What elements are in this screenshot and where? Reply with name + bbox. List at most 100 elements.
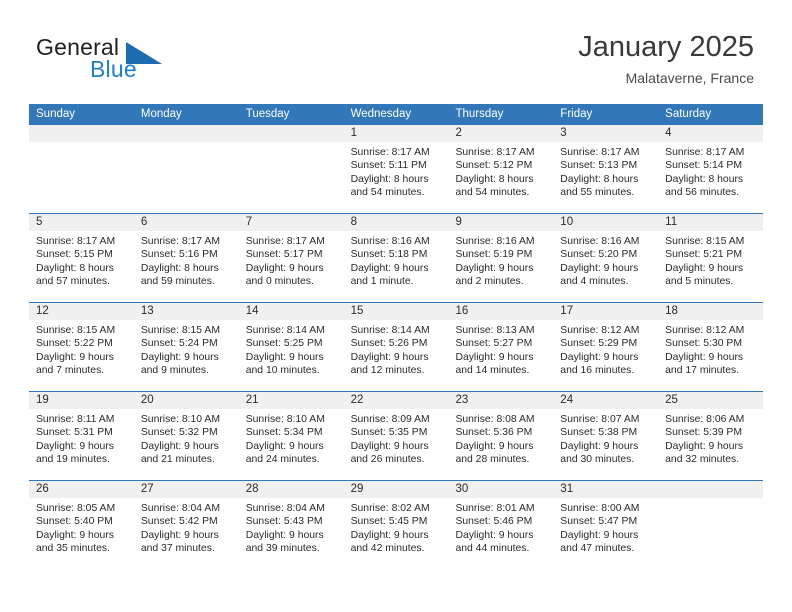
day-cell[interactable]: 14 Sunrise: 8:14 AM Sunset: 5:25 PM Dayligh…: [238, 303, 344, 391]
day-cell[interactable]: 25 Sunrise: 8:06 AM Sunset: 5:39 PM Dayligh…: [658, 392, 764, 480]
day-cell[interactable]: 18 Sunrise: 8:12 AM Sunset: 5:30 PM Dayligh…: [658, 303, 764, 391]
day-number: 22: [343, 392, 449, 409]
day-cell-empty: [238, 125, 344, 213]
day-cell[interactable]: 19 Sunrise: 8:11 AM Sunset: 5:31 PM Dayligh…: [29, 392, 134, 480]
day-cell[interactable]: 17 Sunrise: 8:12 AM Sunset: 5:29 PM Dayligh…: [553, 303, 659, 391]
day-detail-line: and 16 minutes.: [560, 365, 635, 377]
day-detail-line: and 17 minutes.: [665, 365, 740, 377]
day-detail-line: Daylight: 9 hours: [350, 529, 429, 541]
day-number: [133, 125, 239, 142]
day-number: 28: [238, 481, 344, 498]
day-detail-line: Daylight: 9 hours: [350, 351, 429, 363]
day-detail-line: Daylight: 9 hours: [560, 440, 639, 452]
day-cell[interactable]: 6 Sunrise: 8:17 AM Sunset: 5:16 PM Daylight…: [133, 214, 239, 302]
day-detail-line: and 10 minutes.: [245, 365, 320, 377]
day-cell[interactable]: 3 Sunrise: 8:17 AM Sunset: 5:13 PM Daylight…: [553, 125, 659, 213]
day-details: Sunrise: 8:02 AM Sunset: 5:45 PM Daylight:…: [344, 498, 449, 556]
day-details: [239, 142, 344, 146]
day-detail-line: and 56 minutes.: [665, 187, 740, 199]
day-detail-line: and 19 minutes.: [36, 454, 110, 466]
day-cell[interactable]: 24 Sunrise: 8:07 AM Sunset: 5:38 PM Dayligh…: [553, 392, 659, 480]
day-number: 17: [553, 303, 659, 320]
day-detail-line: and 9 minutes.: [140, 365, 210, 377]
day-detail-line: Sunset: 5:36 PM: [455, 427, 533, 439]
day-cell[interactable]: 10 Sunrise: 8:16 AM Sunset: 5:20 PM Dayligh…: [553, 214, 659, 302]
day-detail-line: Sunset: 5:40 PM: [36, 516, 113, 528]
day-detail-line: Daylight: 8 hours: [665, 173, 744, 185]
day-detail-line: Sunrise: 8:09 AM: [350, 414, 430, 425]
day-number: 15: [343, 303, 449, 320]
day-details: Sunrise: 8:06 AM Sunset: 5:39 PM Daylight:…: [658, 409, 763, 467]
day-cell[interactable]: 5 Sunrise: 8:17 AM Sunset: 5:15 PM Daylight…: [29, 214, 134, 302]
brand-logo[interactable]: General Blue: [36, 34, 236, 90]
day-detail-line: and 5 minutes.: [665, 276, 734, 288]
day-detail-line: and 47 minutes.: [560, 543, 635, 555]
day-cell[interactable]: 11 Sunrise: 8:15 AM Sunset: 5:21 PM Dayligh…: [658, 214, 764, 302]
day-cell[interactable]: 16 Sunrise: 8:13 AM Sunset: 5:27 PM Dayligh…: [448, 303, 554, 391]
day-cell[interactable]: 1 Sunrise: 8:17 AM Sunset: 5:11 PM Daylight…: [343, 125, 449, 213]
day-cell[interactable]: 12 Sunrise: 8:15 AM Sunset: 5:22 PM Dayligh…: [29, 303, 134, 391]
day-detail-line: Sunrise: 8:04 AM: [140, 503, 220, 514]
day-number: 13: [133, 303, 239, 320]
day-detail-line: and 7 minutes.: [36, 365, 105, 377]
day-detail-line: Daylight: 8 hours: [455, 173, 534, 185]
day-of-week-saturday: Saturday: [665, 108, 712, 120]
day-details: Sunrise: 8:17 AM Sunset: 5:17 PM Daylight:…: [239, 231, 344, 289]
day-number: 23: [448, 392, 554, 409]
day-number: 5: [29, 214, 134, 231]
day-cell[interactable]: 9 Sunrise: 8:16 AM Sunset: 5:19 PM Daylight…: [448, 214, 554, 302]
day-detail-line: Daylight: 9 hours: [350, 262, 429, 274]
day-cell-empty: [29, 125, 134, 213]
day-detail-line: Sunset: 5:27 PM: [455, 338, 533, 350]
day-cell[interactable]: 27 Sunrise: 8:04 AM Sunset: 5:42 PM Dayligh…: [133, 481, 239, 569]
day-number: 7: [238, 214, 344, 231]
day-number: 11: [658, 214, 764, 231]
day-detail-line: and 21 minutes.: [140, 454, 215, 466]
day-number: 16: [448, 303, 554, 320]
day-cell[interactable]: 22 Sunrise: 8:09 AM Sunset: 5:35 PM Dayligh…: [343, 392, 449, 480]
day-cell[interactable]: 20 Sunrise: 8:10 AM Sunset: 5:32 PM Dayligh…: [133, 392, 239, 480]
day-cell[interactable]: 29 Sunrise: 8:02 AM Sunset: 5:45 PM Dayligh…: [343, 481, 449, 569]
day-detail-line: Sunset: 5:47 PM: [560, 516, 638, 528]
day-detail-line: Daylight: 8 hours: [140, 262, 219, 274]
day-detail-line: Sunrise: 8:15 AM: [140, 325, 220, 336]
day-detail-line: Sunrise: 8:12 AM: [665, 325, 745, 336]
day-number: 10: [553, 214, 659, 231]
day-detail-line: and 42 minutes.: [350, 543, 425, 555]
day-details: Sunrise: 8:00 AM Sunset: 5:47 PM Daylight:…: [553, 498, 658, 556]
day-detail-line: and 35 minutes.: [36, 543, 110, 555]
day-detail-line: and 28 minutes.: [455, 454, 530, 466]
day-number: 30: [448, 481, 554, 498]
day-detail-line: Sunset: 5:13 PM: [560, 160, 638, 172]
day-cell-empty: [658, 481, 764, 569]
day-number: 18: [658, 303, 764, 320]
day-cell[interactable]: 8 Sunrise: 8:16 AM Sunset: 5:18 PM Daylight…: [343, 214, 449, 302]
day-details: Sunrise: 8:01 AM Sunset: 5:46 PM Daylight:…: [448, 498, 553, 556]
day-detail-line: Sunrise: 8:17 AM: [245, 236, 325, 247]
day-cell[interactable]: 21 Sunrise: 8:10 AM Sunset: 5:34 PM Dayligh…: [238, 392, 344, 480]
day-details: Sunrise: 8:12 AM Sunset: 5:30 PM Daylight:…: [658, 320, 763, 378]
day-detail-line: Sunset: 5:34 PM: [245, 427, 323, 439]
day-cell[interactable]: 23 Sunrise: 8:08 AM Sunset: 5:36 PM Dayligh…: [448, 392, 554, 480]
day-detail-line: Sunset: 5:19 PM: [455, 249, 533, 261]
day-detail-line: Sunrise: 8:17 AM: [560, 147, 640, 158]
day-number: 19: [29, 392, 134, 409]
day-cell[interactable]: 31 Sunrise: 8:00 AM Sunset: 5:47 PM Dayligh…: [553, 481, 659, 569]
day-detail-line: Daylight: 9 hours: [140, 529, 219, 541]
day-cell[interactable]: 26 Sunrise: 8:05 AM Sunset: 5:40 PM Dayligh…: [29, 481, 134, 569]
day-detail-line: Sunset: 5:22 PM: [36, 338, 113, 350]
title-block: January 2025 Malataverne, France: [578, 30, 754, 88]
day-cell[interactable]: 15 Sunrise: 8:14 AM Sunset: 5:26 PM Dayligh…: [343, 303, 449, 391]
day-cell[interactable]: 2 Sunrise: 8:17 AM Sunset: 5:12 PM Daylight…: [448, 125, 554, 213]
calendar-page: General Blue January 2025 Malataverne, F…: [0, 0, 792, 612]
day-detail-line: Sunrise: 8:17 AM: [140, 236, 220, 247]
day-detail-line: and 44 minutes.: [455, 543, 530, 555]
day-details: Sunrise: 8:15 AM Sunset: 5:21 PM Daylight:…: [658, 231, 763, 289]
day-cell[interactable]: 4 Sunrise: 8:17 AM Sunset: 5:14 PM Daylight…: [658, 125, 764, 213]
day-cell[interactable]: 7 Sunrise: 8:17 AM Sunset: 5:17 PM Daylight…: [238, 214, 344, 302]
day-number: 2: [448, 125, 554, 142]
day-cell[interactable]: 28 Sunrise: 8:04 AM Sunset: 5:43 PM Dayligh…: [238, 481, 344, 569]
day-cell[interactable]: 13 Sunrise: 8:15 AM Sunset: 5:24 PM Dayligh…: [133, 303, 239, 391]
day-details: Sunrise: 8:17 AM Sunset: 5:12 PM Daylight:…: [448, 142, 553, 200]
day-cell[interactable]: 30 Sunrise: 8:01 AM Sunset: 5:46 PM Dayligh…: [448, 481, 554, 569]
